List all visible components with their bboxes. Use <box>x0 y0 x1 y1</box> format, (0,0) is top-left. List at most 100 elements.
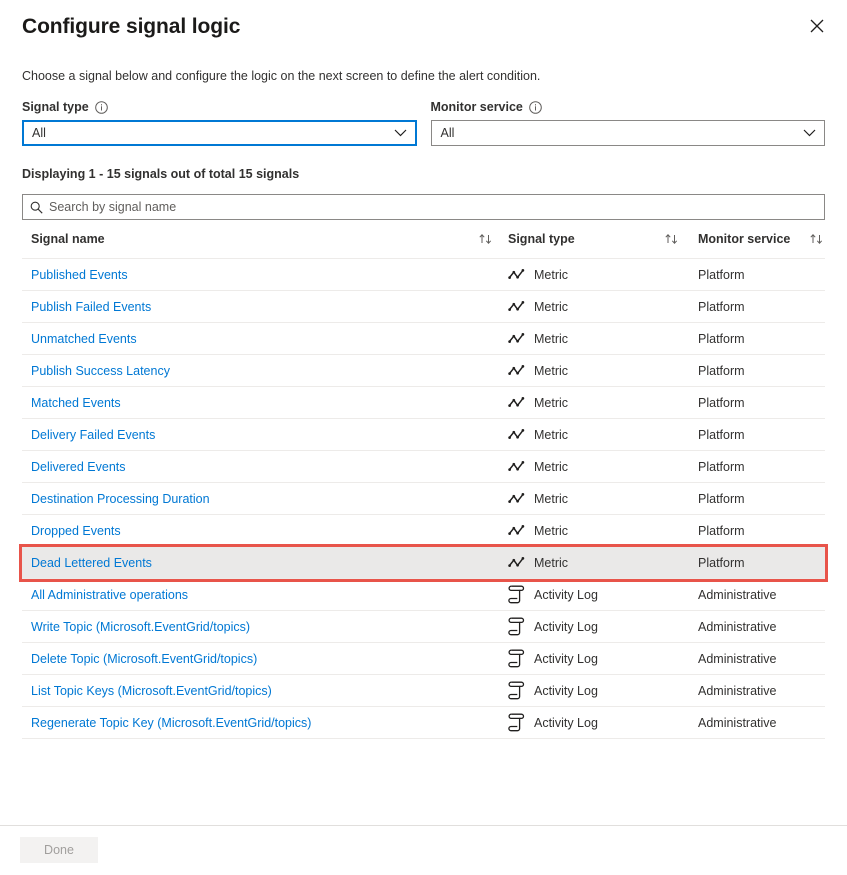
signal-name-link[interactable]: Publish Success Latency <box>22 364 170 378</box>
metric-line-chart-icon <box>508 396 534 410</box>
signal-type-select[interactable]: All <box>22 120 417 146</box>
table-row[interactable]: Delete Topic (Microsoft.EventGrid/topics… <box>22 643 825 675</box>
table-header-row: Signal name Signal type <box>22 220 825 259</box>
search-input[interactable] <box>49 196 824 218</box>
signal-name-link[interactable]: Destination Processing Duration <box>22 492 210 506</box>
monitor-service-select[interactable]: All <box>431 120 826 146</box>
column-header-signal-name-label: Signal name <box>22 232 105 246</box>
table-row[interactable]: All Administrative operations Activity L… <box>22 579 825 611</box>
monitor-service-cell: Platform <box>694 483 825 515</box>
table-row[interactable]: Destination Processing Duration Metric Pl… <box>22 483 825 515</box>
activity-log-scroll-icon <box>508 681 534 700</box>
info-icon[interactable] <box>529 101 542 114</box>
activity-log-scroll-icon <box>508 649 534 668</box>
signal-name-cell: List Topic Keys (Microsoft.EventGrid/top… <box>22 675 508 707</box>
activity-log-scroll-icon <box>508 617 534 636</box>
signal-name-link[interactable]: All Administrative operations <box>22 588 188 602</box>
monitor-service-value: Platform <box>694 268 745 282</box>
table-row[interactable]: Delivered Events MetricPlatform <box>22 451 825 483</box>
signal-type-label: Metric <box>534 428 568 442</box>
signal-type-label: Activity Log <box>534 716 598 730</box>
signal-name-cell: Write Topic (Microsoft.EventGrid/topics) <box>22 611 508 643</box>
table-row[interactable]: Publish Success Latency Metric Platform <box>22 355 825 387</box>
monitor-service-value: Administrative <box>694 652 777 666</box>
activity-log-scroll-icon <box>508 585 534 604</box>
sort-ascending-descending-icon[interactable] <box>809 233 825 245</box>
done-button[interactable]: Done <box>20 837 98 863</box>
signal-name-link[interactable]: Delivered Events <box>22 460 126 474</box>
signal-name-cell: Delivery Failed Events <box>22 419 508 451</box>
close-icon <box>810 19 824 33</box>
signal-type-label: Activity Log <box>534 652 598 666</box>
monitor-service-value: Administrative <box>694 588 777 602</box>
metric-line-chart-icon <box>508 556 534 570</box>
column-header-signal-name[interactable]: Signal name <box>22 220 508 259</box>
signal-name-link[interactable]: Publish Failed Events <box>22 300 151 314</box>
signal-type-label: Metric <box>534 364 568 378</box>
signal-type-cell: Metric <box>508 387 694 419</box>
signal-name-link[interactable]: Dead Lettered Events <box>22 556 152 570</box>
signals-table-body: Published Events MetricPlatformPublish F… <box>22 259 825 739</box>
info-icon[interactable] <box>95 101 108 114</box>
sort-ascending-descending-icon[interactable] <box>478 233 494 245</box>
signal-type-cell: Metric <box>508 323 694 355</box>
signal-type-cell: Activity Log <box>508 611 694 643</box>
activity-log-scroll-icon <box>508 713 534 732</box>
chevron-down-icon <box>803 129 816 137</box>
signal-type-label: Metric <box>534 524 568 538</box>
monitor-service-value: All <box>441 126 455 140</box>
signal-name-link[interactable]: Published Events <box>22 268 128 282</box>
signal-name-link[interactable]: Matched Events <box>22 396 121 410</box>
column-header-monitor-service[interactable]: Monitor service <box>694 220 825 259</box>
signal-name-link[interactable]: Dropped Events <box>22 524 121 538</box>
signal-name-cell: Destination Processing Duration <box>22 483 508 515</box>
monitor-service-cell: Platform <box>694 547 825 579</box>
signal-name-link[interactable]: Write Topic (Microsoft.EventGrid/topics) <box>22 620 250 634</box>
signal-name-link[interactable]: Unmatched Events <box>22 332 137 346</box>
monitor-service-cell: Administrative <box>694 611 825 643</box>
signal-type-cell: Metric <box>508 419 694 451</box>
monitor-service-value: Platform <box>694 556 745 570</box>
search-box[interactable] <box>22 194 825 220</box>
filter-row: Signal type All Monitor service <box>0 85 847 146</box>
signal-type-label: Metric <box>534 492 568 506</box>
monitor-service-cell: Platform <box>694 355 825 387</box>
monitor-service-cell: Platform <box>694 419 825 451</box>
monitor-service-cell: Administrative <box>694 675 825 707</box>
table-row[interactable]: Unmatched Events MetricPlatform <box>22 323 825 355</box>
table-row[interactable]: List Topic Keys (Microsoft.EventGrid/top… <box>22 675 825 707</box>
signal-name-link[interactable]: Delivery Failed Events <box>22 428 155 442</box>
monitor-service-cell: Administrative <box>694 643 825 675</box>
table-row[interactable]: Delivery Failed Events Metric Platform <box>22 419 825 451</box>
metric-line-chart-icon <box>508 460 534 474</box>
signal-type-label: Activity Log <box>534 620 598 634</box>
signal-type-cell: Activity Log <box>508 707 694 739</box>
signal-name-cell: Unmatched Events <box>22 323 508 355</box>
table-row[interactable]: Dropped Events MetricPlatform <box>22 515 825 547</box>
signals-table-container: Signal name Signal type <box>22 220 825 739</box>
table-row[interactable]: Dead Lettered Events Metric Platform <box>22 547 825 579</box>
signal-name-link[interactable]: List Topic Keys (Microsoft.EventGrid/top… <box>22 684 272 698</box>
table-row[interactable]: Published Events MetricPlatform <box>22 259 825 291</box>
monitor-service-cell: Platform <box>694 323 825 355</box>
sort-ascending-descending-icon[interactable] <box>664 233 680 245</box>
table-row[interactable]: Write Topic (Microsoft.EventGrid/topics)… <box>22 611 825 643</box>
signal-type-label: Metric <box>534 396 568 410</box>
metric-line-chart-icon <box>508 300 534 314</box>
signal-type-cell: Activity Log <box>508 643 694 675</box>
signal-type-label: Metric <box>534 556 568 570</box>
signal-name-link[interactable]: Delete Topic (Microsoft.EventGrid/topics… <box>22 652 257 666</box>
signal-name-link[interactable]: Regenerate Topic Key (Microsoft.EventGri… <box>22 716 311 730</box>
close-button[interactable] <box>801 10 833 42</box>
monitor-service-label: Monitor service <box>431 99 523 115</box>
signal-name-cell: Dropped Events <box>22 515 508 547</box>
monitor-service-value: Administrative <box>694 684 777 698</box>
table-row[interactable]: Regenerate Topic Key (Microsoft.EventGri… <box>22 707 825 739</box>
monitor-service-cell: Administrative <box>694 579 825 611</box>
page-title: Configure signal logic <box>22 12 825 42</box>
table-row[interactable]: Matched Events MetricPlatform <box>22 387 825 419</box>
column-header-signal-type[interactable]: Signal type <box>508 220 694 259</box>
signal-name-cell: Dead Lettered Events <box>22 547 508 579</box>
signal-name-cell: Regenerate Topic Key (Microsoft.EventGri… <box>22 707 508 739</box>
table-row[interactable]: Publish Failed Events MetricPlatform <box>22 291 825 323</box>
